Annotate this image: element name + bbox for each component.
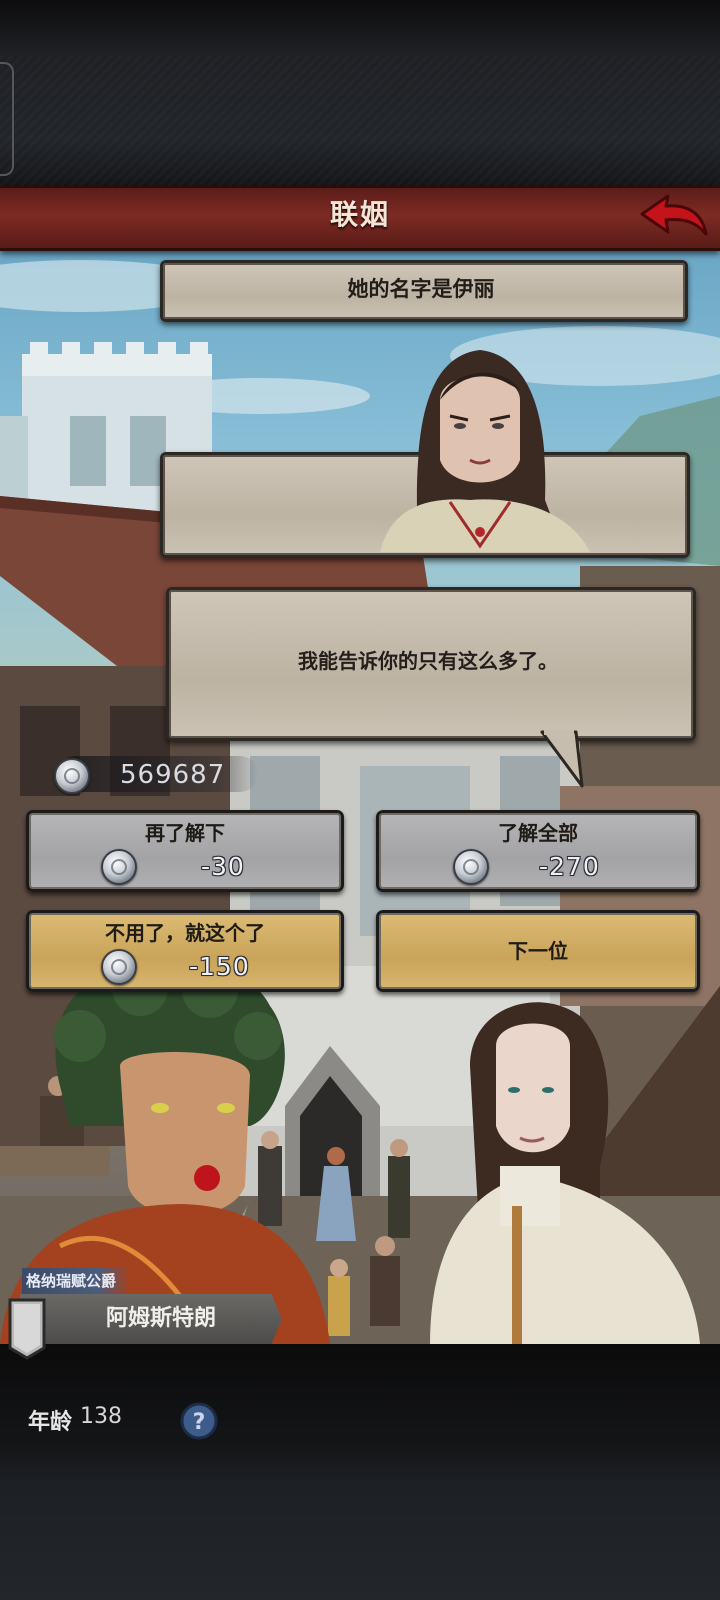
learn-all-button[interactable]: 了解全部 -270	[376, 810, 700, 892]
accept-candidate-button[interactable]: 不用了，就这个了 -150	[26, 910, 344, 992]
speech-bubble-tail	[540, 730, 590, 790]
learn-more-cost: -30	[201, 852, 245, 881]
bottom-panel	[0, 1344, 720, 1600]
scene-background	[0, 246, 720, 1344]
top-frame-texture	[0, 56, 720, 186]
accept-cost: -150	[189, 952, 250, 981]
page-title: 联姻	[329, 198, 390, 231]
speech-tail-shape	[540, 730, 584, 788]
suitor-name: 阿姆斯特朗	[105, 1306, 216, 1331]
svg-text:?: ?	[193, 1410, 206, 1435]
banner-shape	[8, 1298, 46, 1360]
silver-coin-icon	[54, 758, 90, 794]
next-candidate-button[interactable]: 下一位	[376, 910, 700, 992]
silver-coin-icon	[101, 949, 137, 985]
accept-label: 不用了，就这个了	[105, 921, 265, 945]
candidate-name-line: 她的名字是伊丽	[347, 277, 495, 301]
heraldic-banner-icon[interactable]	[8, 1298, 46, 1360]
candidate-portrait	[376, 350, 600, 552]
speech-text: 我能告诉你的只有这么多了。	[298, 649, 558, 673]
learn-all-label: 了解全部	[498, 821, 578, 845]
help-circle: ?	[180, 1402, 218, 1440]
frame-notch	[0, 62, 14, 176]
next-label: 下一位	[508, 939, 568, 963]
question-mark-icon[interactable]: ?	[180, 1402, 218, 1440]
town-scene-illustration	[0, 260, 720, 1344]
learn-more-label: 再了解下	[145, 821, 225, 845]
age-value: 138	[80, 1404, 122, 1429]
age-label: 年龄	[28, 1410, 73, 1435]
money-amount: 569687	[120, 760, 226, 790]
silver-coin-icon	[453, 849, 489, 885]
learn-more-button[interactable]: 再了解下 -30	[26, 810, 344, 892]
back-arrow-icon	[640, 194, 708, 236]
candidate-portrait-art	[380, 354, 590, 552]
back-button[interactable]	[638, 190, 710, 242]
learn-all-cost: -270	[539, 852, 600, 881]
suitor-rank-tag: 格纳瑞赋公爵	[22, 1268, 131, 1294]
silver-coin-icon	[101, 849, 137, 885]
